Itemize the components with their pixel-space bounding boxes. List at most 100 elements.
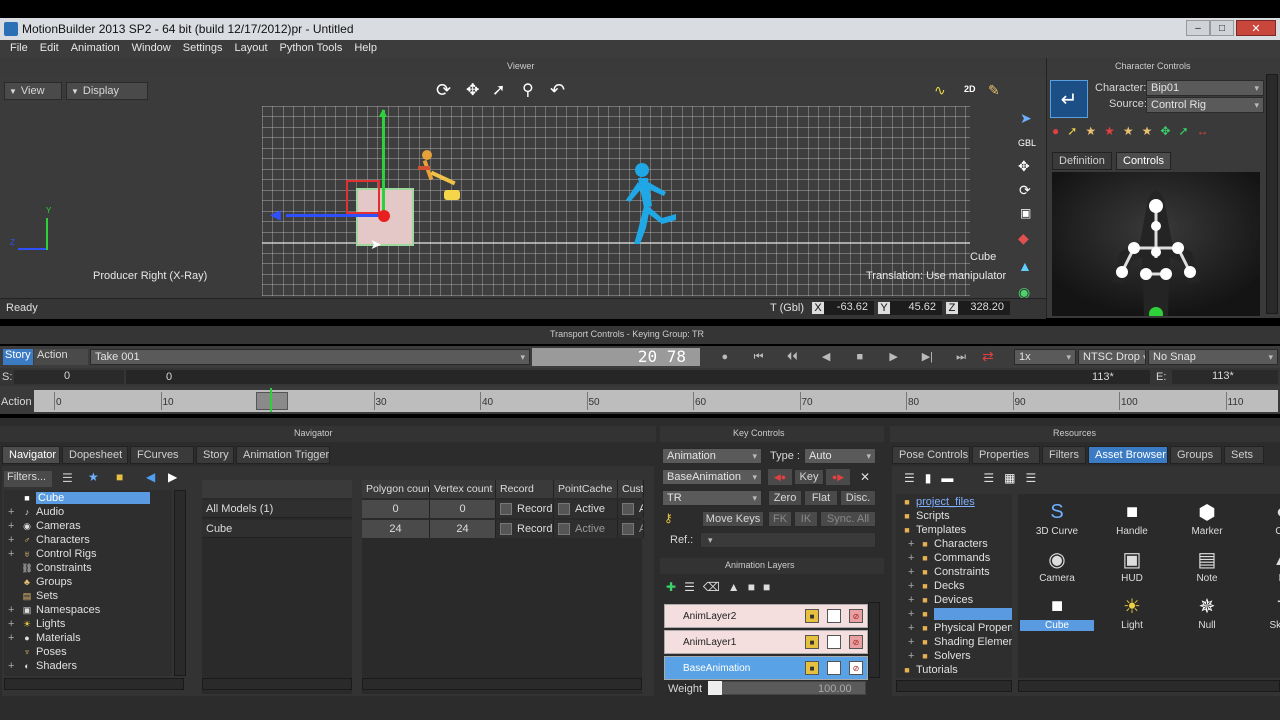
resources-tree-scrollbar[interactable] bbox=[896, 680, 1012, 692]
asset-3d-curve[interactable]: S 3D Curve bbox=[1020, 498, 1094, 538]
details-view-icon[interactable]: ☰ bbox=[983, 471, 994, 489]
tree-item-poses[interactable]: ♆ Poses bbox=[8, 645, 67, 659]
timecode-select[interactable]: NTSC Drop bbox=[1078, 349, 1146, 365]
layer-solo-icon[interactable] bbox=[827, 609, 841, 623]
move-up-layer-icon[interactable]: ■ bbox=[748, 580, 755, 598]
sync-all-button[interactable]: Sync. All bbox=[820, 511, 876, 527]
prev-frame-icon[interactable]: ⏴⏴ bbox=[776, 348, 810, 366]
menu-settings[interactable]: Settings bbox=[177, 42, 229, 54]
column-header[interactable]: PointCache bbox=[554, 480, 618, 498]
tree-item-groups[interactable]: ♣ Groups bbox=[8, 575, 72, 589]
key-button[interactable]: Key bbox=[794, 469, 824, 485]
merge-layer-icon[interactable]: ▲ bbox=[728, 580, 740, 598]
table-cell-cust[interactable]: Ac bbox=[618, 520, 644, 538]
end-field[interactable]: 113* bbox=[1172, 370, 1278, 384]
view-button[interactable]: ▼ View bbox=[4, 82, 62, 100]
expand-icon[interactable]: + bbox=[908, 594, 916, 606]
manipulator-center[interactable] bbox=[378, 210, 390, 222]
take-select[interactable]: Take 001 bbox=[90, 349, 530, 365]
tree-item-constraints[interactable]: ⛓ Constraints bbox=[8, 561, 91, 575]
display-button[interactable]: ▼ Display bbox=[66, 82, 148, 100]
menu-layout[interactable]: Layout bbox=[229, 42, 274, 54]
layer-mute-icon[interactable]: ⊘ bbox=[849, 661, 863, 675]
zero-button[interactable]: Zero bbox=[768, 490, 802, 506]
start-field[interactable]: 0 bbox=[14, 370, 124, 384]
animation-layer-row[interactable]: AnimLayer1 ■ ⊘ bbox=[664, 630, 868, 654]
navigator-tree-scrollbar[interactable] bbox=[174, 490, 186, 676]
resource-folder-solvers[interactable]: + ■ Solvers bbox=[908, 649, 971, 663]
character-controls-scrollbar[interactable] bbox=[1266, 74, 1278, 314]
timeline-playhead[interactable] bbox=[256, 392, 288, 410]
asset-handle[interactable]: ■ Handle bbox=[1095, 498, 1169, 538]
curve-tool-icon[interactable]: ∿ bbox=[934, 82, 946, 99]
coord-y-field[interactable]: 45.62 bbox=[890, 301, 942, 315]
key-type-select[interactable]: Auto bbox=[804, 448, 876, 464]
expand-icon[interactable]: + bbox=[908, 552, 916, 564]
tab-dopesheet[interactable]: Dopesheet bbox=[62, 446, 128, 464]
tree-item-cube[interactable]: ■ Cube bbox=[8, 491, 150, 505]
play-reverse-icon[interactable]: ◀ bbox=[809, 348, 843, 366]
action-button[interactable]: Action bbox=[34, 349, 88, 365]
tree-item-control-rigs[interactable]: + ♅ Control Rigs bbox=[8, 547, 97, 561]
rotate-icon[interactable]: ⟳ bbox=[1019, 182, 1031, 199]
add-layer-icon[interactable]: ✚ bbox=[666, 580, 676, 598]
asset-marker[interactable]: ⬢ Marker bbox=[1170, 498, 1244, 538]
asset-skele[interactable]: †Skele bbox=[1245, 592, 1280, 632]
control-rig-figure[interactable] bbox=[416, 146, 470, 212]
checkbox[interactable] bbox=[558, 523, 570, 535]
tab-properties[interactable]: Properties bbox=[972, 446, 1040, 464]
resource-folder-characters[interactable]: + ■ Characters bbox=[908, 537, 988, 551]
keying-icon[interactable]: ● bbox=[1052, 124, 1059, 142]
tab-definition[interactable]: Definition bbox=[1052, 152, 1112, 170]
prev-key-icon[interactable]: ◀● bbox=[768, 469, 792, 485]
ik-icon[interactable]: ◆ bbox=[1018, 230, 1029, 247]
tab-controls[interactable]: Controls bbox=[1116, 152, 1171, 170]
layer-mute-icon[interactable]: ⊘ bbox=[849, 609, 863, 623]
delete-key-icon[interactable]: ✕ bbox=[856, 469, 874, 485]
mirror-icon[interactable]: ↔ bbox=[1197, 124, 1209, 142]
orbit-icon[interactable]: ⟳ bbox=[436, 80, 451, 101]
tab-sets[interactable]: Sets bbox=[1224, 446, 1264, 464]
expand-icon[interactable]: + bbox=[908, 580, 916, 592]
frame-display[interactable]: 20 78 bbox=[532, 348, 700, 366]
table-cell-cust[interactable]: Ac bbox=[618, 500, 644, 518]
manipulator-y-axis[interactable] bbox=[382, 110, 385, 216]
move-down-layer-icon[interactable]: ■ bbox=[763, 580, 770, 598]
checkbox[interactable] bbox=[622, 523, 634, 535]
key-mode-select[interactable]: Animation bbox=[662, 448, 762, 464]
checkbox[interactable] bbox=[622, 503, 634, 515]
expand-icon[interactable]: + bbox=[8, 632, 18, 644]
scale-icon[interactable]: ▣ bbox=[1020, 206, 1031, 220]
tab-story[interactable]: Story bbox=[196, 446, 234, 464]
coord-z-field[interactable]: 328.20 bbox=[958, 301, 1010, 315]
expand-icon[interactable]: + bbox=[908, 566, 916, 578]
expand-icon[interactable]: + bbox=[8, 506, 18, 518]
zoom-icon[interactable]: ⚲ bbox=[522, 80, 534, 100]
story-button[interactable]: Story bbox=[3, 349, 33, 365]
expand-icon[interactable]: + bbox=[8, 520, 18, 532]
model-list-scrollbar[interactable] bbox=[202, 678, 352, 690]
ik-button[interactable]: IK bbox=[794, 511, 818, 527]
list-view-icon[interactable]: ☰ bbox=[1025, 471, 1036, 489]
loop-icon[interactable]: ⇄ bbox=[982, 348, 994, 365]
model-row[interactable]: Cube bbox=[202, 520, 352, 538]
asset-p[interactable]: ▲P bbox=[1245, 545, 1280, 585]
checkbox[interactable] bbox=[500, 503, 512, 515]
resource-folder-tutorials[interactable]: ■ Tutorials bbox=[898, 663, 958, 677]
asset-grid-scrollbar[interactable] bbox=[1018, 680, 1280, 692]
resource-folder-project_files[interactable]: ■ project_files bbox=[898, 495, 974, 509]
tree-item-shaders[interactable]: + ◐ Shaders bbox=[8, 659, 77, 673]
tab-navigator[interactable]: Navigator bbox=[2, 446, 60, 464]
tree-item-cameras[interactable]: + ◉ Cameras bbox=[8, 519, 81, 533]
resource-folder-devices[interactable]: + ■ Devices bbox=[908, 593, 973, 607]
translate-icon[interactable]: ✥ bbox=[1018, 158, 1030, 175]
tab-animation-trigger[interactable]: Animation Trigger bbox=[236, 446, 330, 464]
asset-null[interactable]: ✵ Null bbox=[1170, 592, 1244, 632]
dolly-icon[interactable]: ➚ bbox=[492, 80, 505, 100]
move-keys-button[interactable]: Move Keys bbox=[702, 511, 764, 527]
layer-solo-icon[interactable] bbox=[827, 635, 841, 649]
table-cell-pointcache[interactable]: Active bbox=[554, 520, 618, 538]
menu-help[interactable]: Help bbox=[348, 42, 383, 54]
asset-note[interactable]: ▤ Note bbox=[1170, 545, 1244, 585]
checkbox[interactable] bbox=[558, 503, 570, 515]
